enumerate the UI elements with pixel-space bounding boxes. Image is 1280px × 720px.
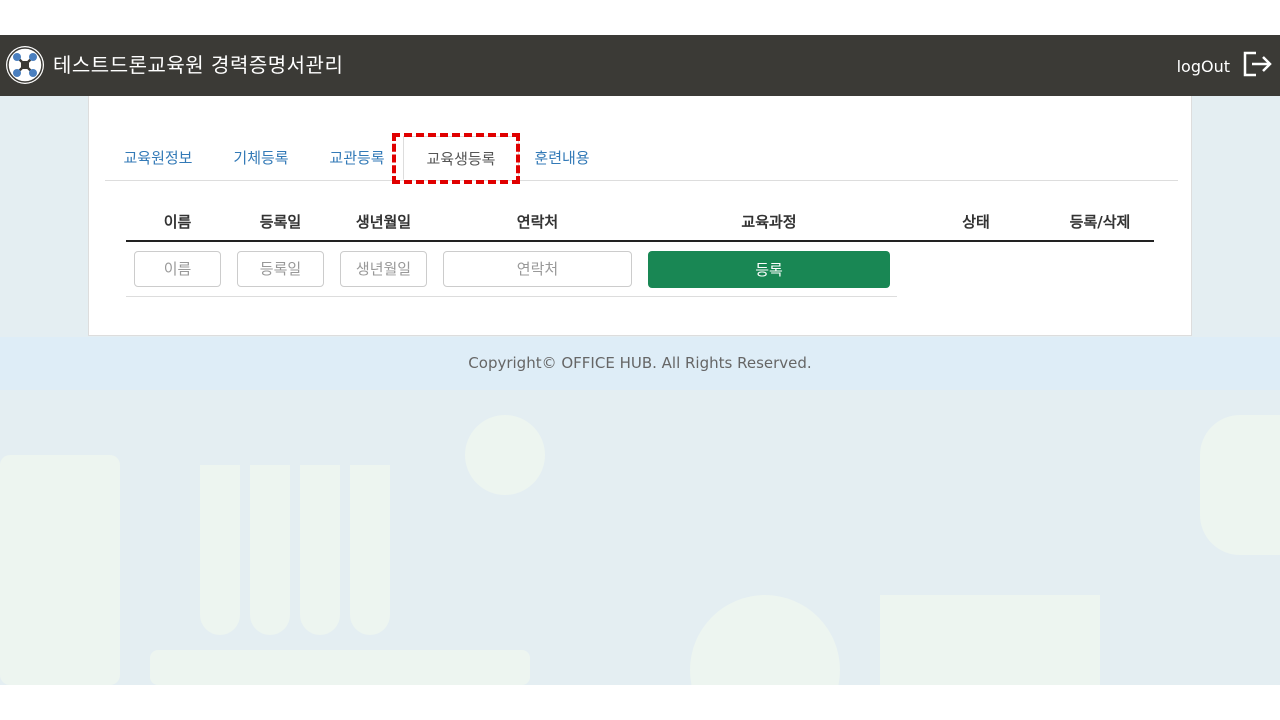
drone-logo-icon: [6, 46, 44, 84]
reg-date-input[interactable]: [237, 251, 324, 287]
app-header: 테스트드론교육원 경력증명서관리 logOut: [0, 35, 1280, 96]
tab-bar: 교육원정보 기체등록 교관등록 교육생등록 훈련내용: [105, 136, 1178, 181]
column-header-contact: 연락처: [516, 213, 559, 231]
new-student-form-row: 등록: [126, 242, 897, 297]
tab-academy-info[interactable]: 교육원정보: [105, 136, 211, 180]
column-header-birthdate: 생년월일: [355, 213, 412, 231]
contact-input[interactable]: [443, 251, 632, 287]
table-header: 이름 등록일 생년월일 연락처 교육과정 상태 등록/삭제: [126, 206, 1154, 242]
birthdate-input[interactable]: [340, 251, 427, 287]
logout-button[interactable]: logOut: [1177, 51, 1274, 81]
column-header-register-delete: 등록/삭제: [1069, 213, 1131, 231]
column-header-name: 이름: [163, 213, 192, 231]
column-header-course: 교육과정: [741, 213, 797, 231]
register-button[interactable]: 등록: [648, 251, 890, 288]
tab-aircraft-registration[interactable]: 기체등록: [219, 136, 303, 180]
tab-instructor-registration[interactable]: 교관등록: [315, 136, 399, 180]
column-header-status: 상태: [962, 213, 990, 231]
tab-student-registration[interactable]: 교육생등록: [403, 136, 519, 180]
app-title: 테스트드론교육원 경력증명서관리: [53, 53, 344, 77]
name-input[interactable]: [134, 251, 221, 287]
logout-label: logOut: [1176, 56, 1230, 76]
tab-training-content[interactable]: 훈련내용: [519, 136, 605, 180]
copyright-text: Copyright© OFFICE HUB. All Rights Reserv…: [468, 354, 812, 372]
content-card: 교육원정보 기체등록 교관등록 교육생등록 훈련내용 이름 등록일 생년월일 연…: [88, 96, 1192, 336]
column-header-reg-date: 등록일: [259, 213, 302, 231]
logout-arrow-icon: [1242, 50, 1274, 82]
